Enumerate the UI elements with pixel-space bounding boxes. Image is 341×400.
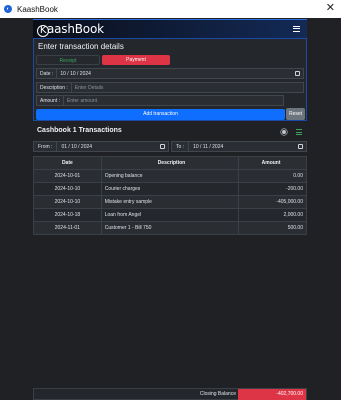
amount-input[interactable]: Enter amount <box>64 98 97 104</box>
from-date-input[interactable]: 01 / 10 / 2024 <box>57 144 92 150</box>
theme-toggle-icon[interactable] <box>282 130 286 134</box>
row-amount: 2,000.00 <box>238 208 307 222</box>
list-view-icon[interactable] <box>296 129 302 135</box>
row-description: Mistake entry sample <box>100 195 240 209</box>
description-column-header[interactable]: Description <box>100 156 240 170</box>
tab-payment[interactable]: Payment <box>102 55 170 65</box>
add-transaction-button[interactable]: Add transaction <box>36 109 285 120</box>
close-icon[interactable]: ✕ <box>326 3 335 14</box>
from-date-filter[interactable]: From : 01 / 10 / 2024 <box>33 141 169 152</box>
description-label: Description : <box>37 83 72 92</box>
transaction-form: Enter transaction details Receipt Paymen… <box>33 38 307 121</box>
hamburger-icon[interactable] <box>293 26 300 32</box>
cashbook-title: Cashbook 1 Transactions <box>37 127 122 134</box>
row-amount: -405,000.00 <box>238 195 307 209</box>
closing-balance-label: Closing Balance <box>199 391 236 397</box>
brand-logo[interactable]: KaashBook <box>37 22 104 37</box>
row-description: Loan from Angel <box>100 208 240 222</box>
to-date-filter[interactable]: To : 10 / 11 / 2024 <box>171 141 307 152</box>
form-title: Enter transaction details <box>38 42 124 51</box>
row-date: 2024-11-01 <box>33 221 102 235</box>
amount-column-header[interactable]: Amount <box>238 156 307 170</box>
calendar-icon[interactable] <box>295 71 300 76</box>
row-date: 2024-10-01 <box>33 169 102 183</box>
row-amount: 500.00 <box>238 221 307 235</box>
tab-receipt[interactable]: Receipt <box>36 55 100 65</box>
to-date-input[interactable]: 10 / 11 / 2024 <box>189 144 223 150</box>
table-row[interactable]: 2024-10-18 Loan from Angel 2,000.00 <box>33 208 307 222</box>
table-row[interactable]: 2024-10-10 Mistake entry sample -405,000… <box>33 195 307 209</box>
kaashbook-app-icon: ◐ <box>4 5 12 13</box>
window-title: KaashBook <box>17 4 58 14</box>
date-label: Date : <box>37 69 58 78</box>
row-description: Courier charges <box>100 182 240 196</box>
to-label: To : <box>172 142 190 151</box>
transactions-table: Date Description Amount 2024-10-01 Openi… <box>33 156 307 235</box>
description-field[interactable]: Description : Enter Details <box>36 82 304 93</box>
row-date: 2024-10-10 <box>33 195 102 209</box>
navbar: KaashBook <box>33 19 307 38</box>
date-column-header[interactable]: Date <box>33 156 102 170</box>
date-field[interactable]: Date : 10 / 10 / 2024 <box>36 68 304 79</box>
table-row[interactable]: 2024-10-10 Courier charges -200.00 <box>33 182 307 196</box>
table-row[interactable]: 2024-10-01 Opening balance 0.00 <box>33 169 307 183</box>
calendar-icon[interactable] <box>160 144 165 149</box>
reset-button[interactable]: Reset <box>286 108 305 120</box>
row-date: 2024-10-10 <box>33 182 102 196</box>
closing-balance-amount: -402,700.00 <box>238 389 306 400</box>
row-description: Customer 1 - Bill 750 <box>100 221 240 235</box>
date-input[interactable]: 10 / 10 / 2024 <box>57 71 91 77</box>
closing-balance-bar: Closing Balance -402,700.00 <box>33 388 307 400</box>
calendar-icon[interactable] <box>298 144 303 149</box>
row-description: Opening balance <box>100 169 240 183</box>
table-header-row: Date Description Amount <box>33 156 307 170</box>
amount-label: Amount : <box>37 96 65 105</box>
window-titlebar: ◐ KaashBook ✕ <box>0 0 341 18</box>
row-amount: 0.00 <box>238 169 307 183</box>
row-amount: -200.00 <box>238 182 307 196</box>
description-input[interactable]: Enter Details <box>72 85 104 91</box>
table-row[interactable]: 2024-11-01 Customer 1 - Bill 750 500.00 <box>33 221 307 235</box>
from-label: From : <box>34 142 58 151</box>
amount-field[interactable]: Amount : Enter amount <box>36 95 284 106</box>
row-date: 2024-10-18 <box>33 208 102 222</box>
